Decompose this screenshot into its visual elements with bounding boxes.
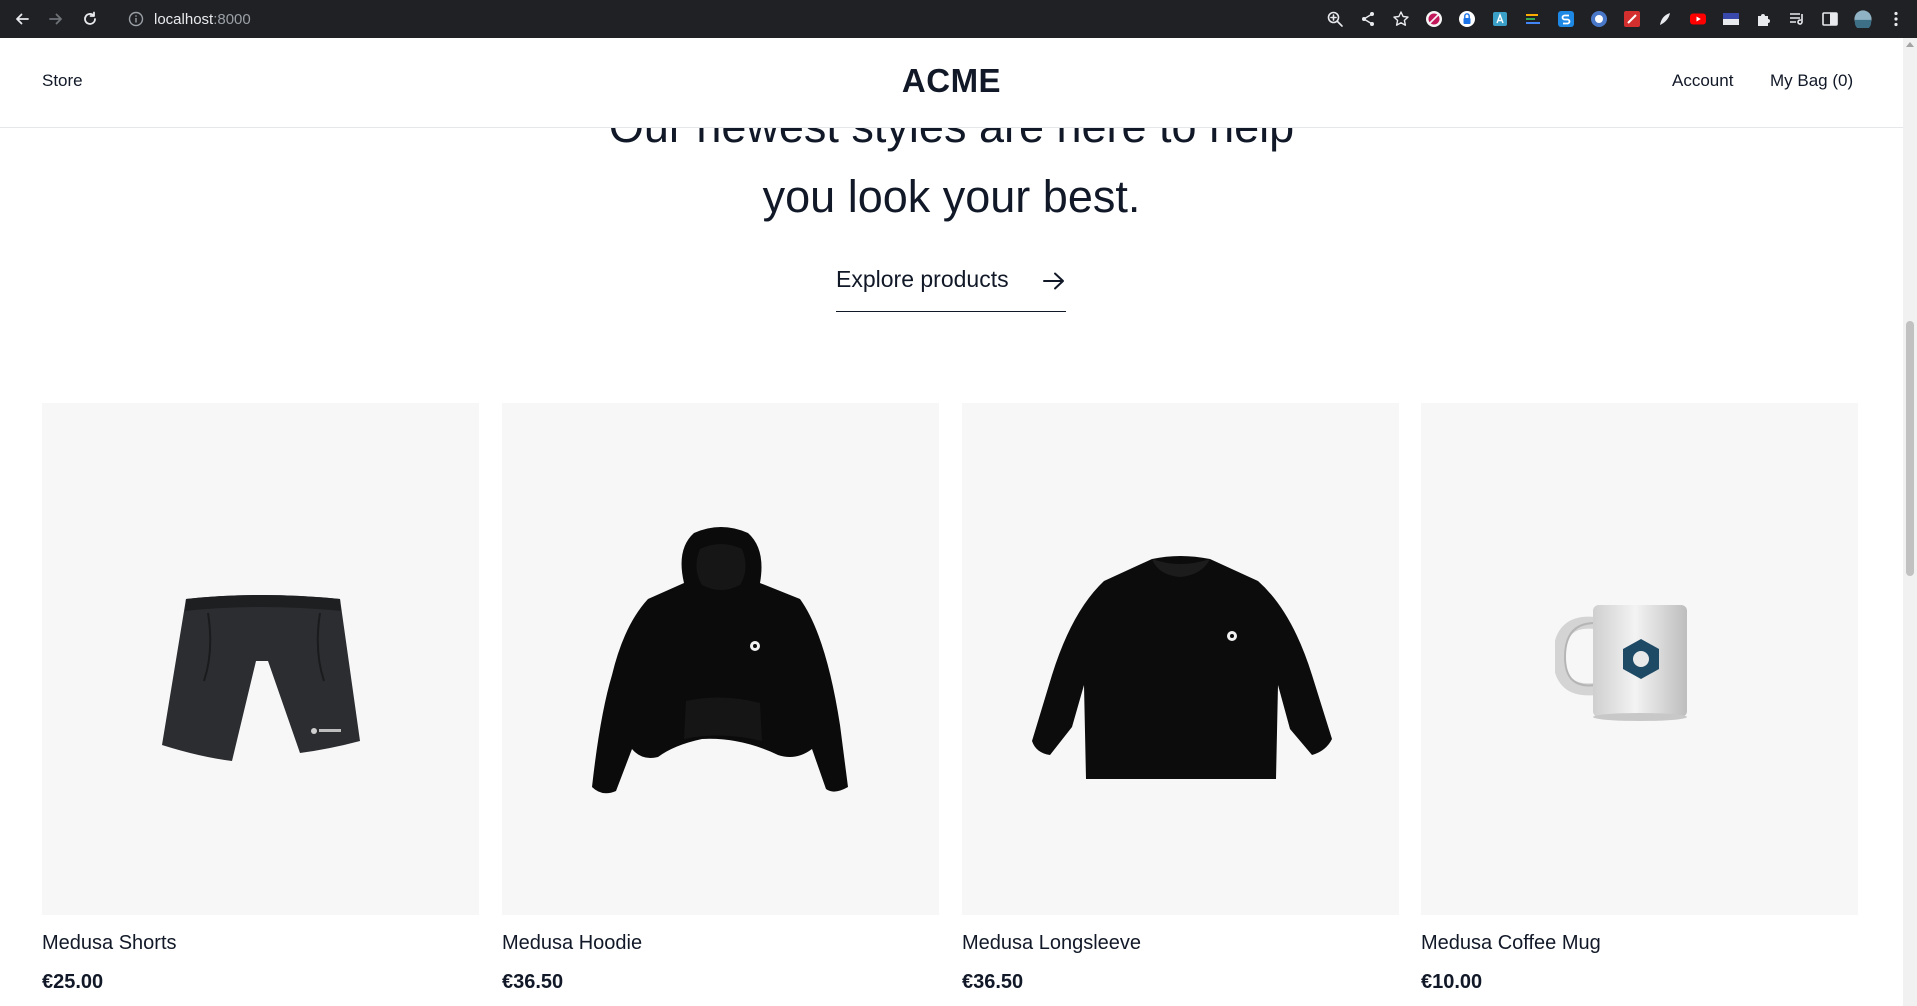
page-viewport: Our newest styles are here to help you l… xyxy=(0,38,1903,1006)
product-price: €36.50 xyxy=(502,971,564,993)
hoodie-image-icon xyxy=(592,527,848,794)
longsleeve-image-icon xyxy=(1032,556,1332,779)
product-price: €36.50 xyxy=(962,971,1024,993)
explore-products-label: Explore products xyxy=(836,266,1009,292)
product-card[interactable]: Medusa Shorts €25.00 xyxy=(42,403,479,993)
nav-bag-link[interactable]: My Bag (0) xyxy=(1770,71,1853,91)
url-host: localhost xyxy=(154,10,214,28)
product-card[interactable]: Medusa Hoodie €36.50 xyxy=(502,403,939,993)
profile-avatar-icon[interactable] xyxy=(1852,8,1874,30)
share-icon[interactable] xyxy=(1357,8,1379,30)
browser-toolbar: localhost:8000 xyxy=(0,0,1917,38)
product-price: €10.00 xyxy=(1421,971,1483,993)
extension-a-icon[interactable] xyxy=(1489,8,1511,30)
extension-bars-icon[interactable] xyxy=(1522,8,1544,30)
hero-headline-line-2: you look your best. xyxy=(762,171,1141,222)
browser-menu-icon[interactable] xyxy=(1885,8,1907,30)
product-name[interactable]: Medusa Coffee Mug xyxy=(1421,932,1601,955)
scroll-up-arrow-icon[interactable] xyxy=(1906,42,1914,47)
arrow-right-icon xyxy=(1043,272,1064,290)
site-info-icon[interactable] xyxy=(128,11,144,27)
extension-youtube-icon[interactable] xyxy=(1687,8,1709,30)
shorts-image-icon xyxy=(162,595,360,761)
site-header: Store ACME Account My Bag (0) xyxy=(0,38,1903,128)
browser-actions xyxy=(1324,0,1907,38)
extension-flag-icon[interactable] xyxy=(1720,8,1742,30)
bookmark-star-icon[interactable] xyxy=(1390,8,1412,30)
product-name[interactable]: Medusa Hoodie xyxy=(502,932,642,955)
logo[interactable]: ACME xyxy=(902,62,1001,99)
side-panel-icon[interactable] xyxy=(1819,8,1841,30)
extensions-puzzle-icon[interactable] xyxy=(1753,8,1775,30)
product-name[interactable]: Medusa Longsleeve xyxy=(962,932,1141,955)
product-thumbnail[interactable] xyxy=(1421,403,1858,915)
address-bar[interactable]: localhost:8000 xyxy=(128,5,251,33)
reading-list-icon[interactable] xyxy=(1786,8,1808,30)
product-thumbnail[interactable] xyxy=(42,403,479,915)
logo-wrap: ACME xyxy=(0,62,1903,100)
extension-s-icon[interactable] xyxy=(1555,8,1577,30)
extension-lock-icon[interactable] xyxy=(1456,8,1478,30)
product-thumbnail[interactable] xyxy=(962,403,1399,915)
product-price: €25.00 xyxy=(42,971,104,993)
product-thumbnail[interactable] xyxy=(502,403,939,915)
zoom-icon[interactable] xyxy=(1324,8,1346,30)
reload-icon[interactable] xyxy=(78,7,102,31)
extension-circle-icon[interactable] xyxy=(1588,8,1610,30)
extension-blocker-icon[interactable] xyxy=(1423,8,1445,30)
extension-red-icon[interactable] xyxy=(1621,8,1643,30)
product-card[interactable]: Medusa Longsleeve €36.50 xyxy=(962,403,1399,993)
product-name[interactable]: Medusa Shorts xyxy=(42,932,177,955)
back-icon[interactable] xyxy=(10,7,34,31)
forward-icon[interactable] xyxy=(44,7,68,31)
nav-store-link[interactable]: Store xyxy=(42,71,83,91)
product-card[interactable]: Medusa Coffee Mug €10.00 xyxy=(1421,403,1858,993)
nav-account-link[interactable]: Account xyxy=(1672,71,1733,91)
url-text: localhost:8000 xyxy=(154,11,251,28)
scrollbar-thumb[interactable] xyxy=(1906,321,1914,576)
page-scrollbar[interactable] xyxy=(1903,38,1917,1006)
explore-products-link[interactable]: Explore products xyxy=(836,266,1066,312)
extension-feather-icon[interactable] xyxy=(1654,8,1676,30)
mug-image-icon xyxy=(1555,605,1687,721)
url-port: :8000 xyxy=(213,10,251,28)
